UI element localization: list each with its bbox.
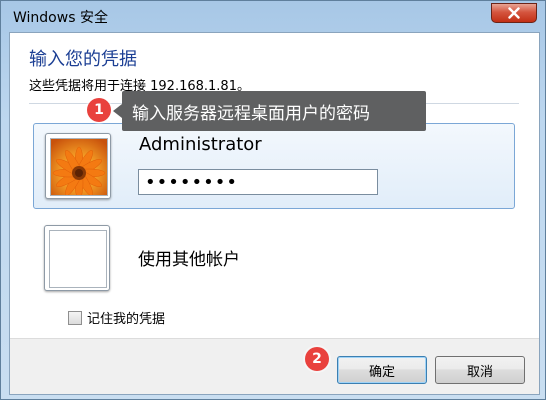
- avatar: [45, 133, 111, 199]
- step-1-badge: 1: [87, 98, 111, 122]
- dialog-window: Windows 安全 输入您的凭据 这些凭据将用于连接 192.168.1.81…: [0, 0, 546, 400]
- dialog-body: 输入您的凭据 这些凭据将用于连接 192.168.1.81。 Administr…: [9, 32, 540, 395]
- step-1-callout: 输入服务器远程桌面用户的密码: [113, 91, 426, 131]
- remember-checkbox[interactable]: [68, 310, 82, 325]
- remember-label: 记住我的凭据: [87, 312, 166, 327]
- button-bar: 确定 取消: [10, 338, 539, 394]
- credential-tile-administrator[interactable]: Administrator: [33, 123, 515, 209]
- step-2-badge: 2: [305, 347, 329, 371]
- blank-avatar-icon: [49, 230, 107, 288]
- flower-avatar-icon: [50, 138, 108, 196]
- cancel-button[interactable]: 取消: [435, 356, 525, 384]
- other-account-label: 使用其他帐户: [138, 250, 240, 270]
- step-1-callout-text: 输入服务器远程桌面用户的密码: [132, 103, 370, 124]
- remember-credentials[interactable]: 记住我的凭据: [68, 308, 165, 327]
- window-title: Windows 安全: [13, 10, 108, 26]
- close-button[interactable]: [491, 3, 537, 23]
- username-label: Administrator: [139, 134, 262, 155]
- dialog-heading: 输入您的凭据: [29, 49, 137, 70]
- credential-tile-other-account[interactable]: 使用其他帐户: [33, 217, 513, 295]
- close-icon: [508, 7, 520, 19]
- password-field[interactable]: [138, 169, 378, 195]
- blank-avatar: [44, 225, 110, 291]
- ok-button[interactable]: 确定: [337, 356, 427, 384]
- title-bar[interactable]: Windows 安全: [1, 1, 546, 33]
